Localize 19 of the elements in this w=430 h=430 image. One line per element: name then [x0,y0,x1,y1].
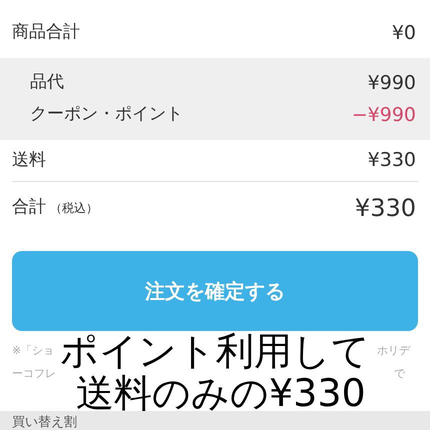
total-value: ¥330 [354,193,416,224]
row-label: 品代 [30,71,64,94]
note-text: ーコフレ [12,366,56,382]
row-value: ¥0 [392,20,416,46]
note-text: ※「ショ [12,343,54,359]
note-text: ホリデ [377,343,410,359]
handwritten-annotation: ポイント利用して [60,331,370,371]
row-label: 商品合計 [12,21,80,44]
row-value: ¥330 [368,148,416,174]
row-value: ¥990 [368,70,416,96]
handwritten-annotation: 送料のみの¥330 [76,373,366,413]
section-header: 買い替え割 [12,415,77,430]
row-value: −¥990 [352,102,416,128]
note-text: で [394,366,405,382]
confirm-order-button[interactable]: 注文を確定する [12,251,418,331]
row-label: クーポン・ポイント [30,103,183,126]
total-label: 合計 [12,196,46,220]
tax-note: （税込） [50,200,98,218]
row-label: 送料 [12,148,46,172]
